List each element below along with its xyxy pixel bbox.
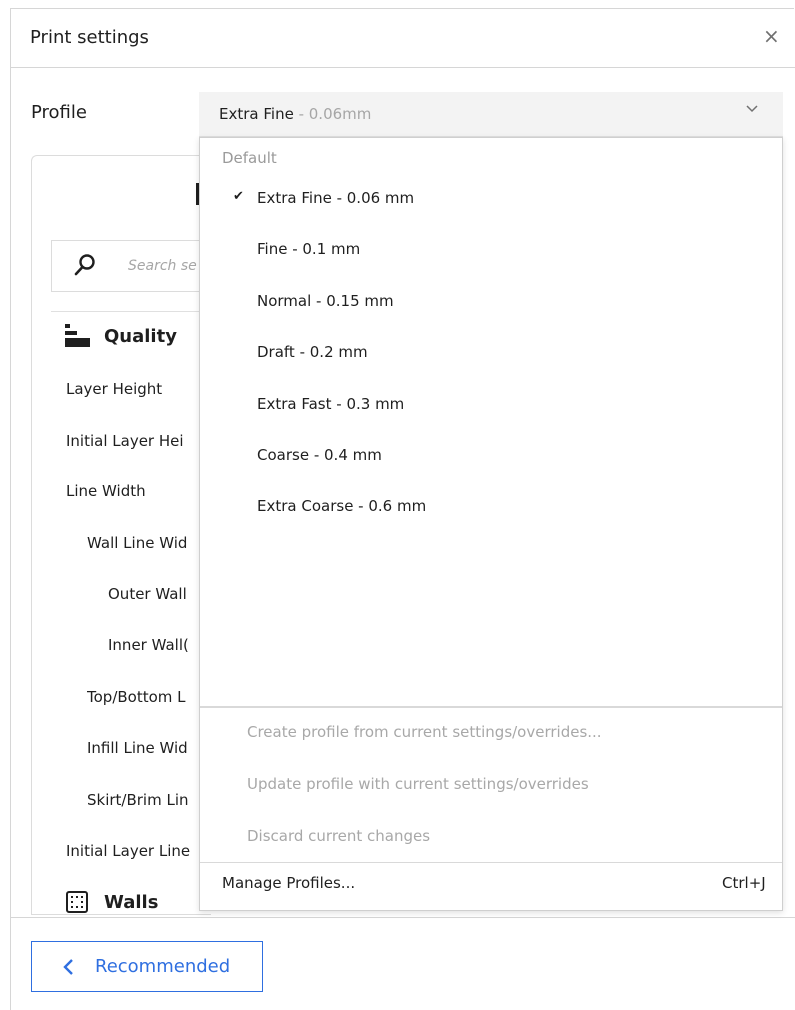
setting-inner-wall-line-width[interactable]: Inner Wall( bbox=[108, 636, 200, 654]
create-profile-action: Create profile from current settings/ove… bbox=[247, 723, 602, 741]
dropdown-item-normal[interactable]: Normal - 0.15 mm bbox=[200, 286, 782, 326]
dropdown-item-label: Draft - 0.2 mm bbox=[257, 343, 368, 361]
setting-skirt-brim-line-width[interactable]: Skirt/Brim Lin bbox=[87, 791, 200, 809]
profile-selected-detail: - 0.06mm bbox=[293, 105, 372, 123]
dropdown-item-extra-fine[interactable]: ✔ Extra Fine - 0.06 mm bbox=[200, 183, 782, 223]
chevron-left-icon bbox=[63, 959, 73, 975]
title-bar: Print settings × bbox=[10, 8, 795, 68]
discard-changes-action: Discard current changes bbox=[247, 827, 431, 845]
update-profile-action: Update profile with current settings/ove… bbox=[247, 775, 589, 793]
manage-profiles-label: Manage Profiles... bbox=[222, 874, 356, 892]
manage-profiles-item[interactable]: Manage Profiles... Ctrl+J bbox=[200, 864, 782, 910]
profile-label: Profile bbox=[31, 102, 87, 123]
recommended-button[interactable]: Recommended bbox=[31, 941, 263, 992]
chevron-down-icon bbox=[746, 105, 758, 113]
close-icon[interactable]: × bbox=[763, 26, 780, 46]
dropdown-item-extra-fast[interactable]: Extra Fast - 0.3 mm bbox=[200, 389, 782, 429]
checkmark-icon: ✔ bbox=[233, 189, 244, 204]
setting-top-bottom-line-width[interactable]: Top/Bottom L bbox=[87, 688, 200, 706]
dropdown-group-default: Default bbox=[222, 149, 277, 167]
dropdown-item-label: Normal - 0.15 mm bbox=[257, 292, 394, 310]
search-placeholder: Search se bbox=[128, 258, 197, 274]
search-icon bbox=[74, 254, 95, 276]
setting-initial-layer-line-width[interactable]: Initial Layer Line bbox=[66, 842, 200, 860]
setting-outer-wall-line-width[interactable]: Outer Wall bbox=[108, 585, 200, 603]
recommended-label: Recommended bbox=[95, 956, 231, 977]
dropdown-separator bbox=[200, 862, 782, 863]
dropdown-item-label: Extra Fine - 0.06 mm bbox=[257, 189, 415, 207]
quality-icon bbox=[65, 324, 90, 347]
profile-selected-name: Extra Fine bbox=[219, 105, 294, 123]
category-quality[interactable]: Quality bbox=[104, 326, 177, 347]
setting-wall-line-width[interactable]: Wall Line Wid bbox=[87, 534, 200, 552]
search-divider bbox=[51, 311, 211, 312]
dropdown-item-label: Coarse - 0.4 mm bbox=[257, 446, 382, 464]
dropdown-item-draft[interactable]: Draft - 0.2 mm bbox=[200, 337, 782, 377]
dialog-title: Print settings bbox=[30, 27, 149, 48]
dropdown-item-coarse[interactable]: Coarse - 0.4 mm bbox=[200, 440, 782, 480]
dropdown-item-extra-coarse[interactable]: Extra Coarse - 0.6 mm bbox=[200, 491, 782, 531]
setting-layer-height[interactable]: Layer Height bbox=[66, 380, 200, 398]
dropdown-separator bbox=[200, 706, 782, 708]
setting-infill-line-width[interactable]: Infill Line Wid bbox=[87, 739, 200, 757]
setting-line-width[interactable]: Line Width bbox=[66, 482, 200, 500]
dropdown-item-label: Extra Fast - 0.3 mm bbox=[257, 395, 405, 413]
dropdown-item-fine[interactable]: Fine - 0.1 mm bbox=[200, 234, 782, 274]
profile-select[interactable]: Extra Fine - 0.06mm bbox=[199, 92, 783, 137]
profile-dropdown-menu: Default ✔ Extra Fine - 0.06 mm Fine - 0.… bbox=[199, 137, 783, 911]
manage-profiles-shortcut: Ctrl+J bbox=[722, 874, 766, 892]
dropdown-item-label: Fine - 0.1 mm bbox=[257, 240, 361, 258]
category-walls[interactable]: Walls bbox=[104, 892, 158, 913]
profile-selected-value: Extra Fine - 0.06mm bbox=[219, 105, 371, 123]
footer-divider bbox=[10, 917, 795, 918]
setting-initial-layer-height[interactable]: Initial Layer Hei bbox=[66, 432, 200, 450]
search-input[interactable]: Search se bbox=[51, 240, 211, 292]
dropdown-item-label: Extra Coarse - 0.6 mm bbox=[257, 497, 427, 515]
walls-icon bbox=[66, 891, 88, 913]
